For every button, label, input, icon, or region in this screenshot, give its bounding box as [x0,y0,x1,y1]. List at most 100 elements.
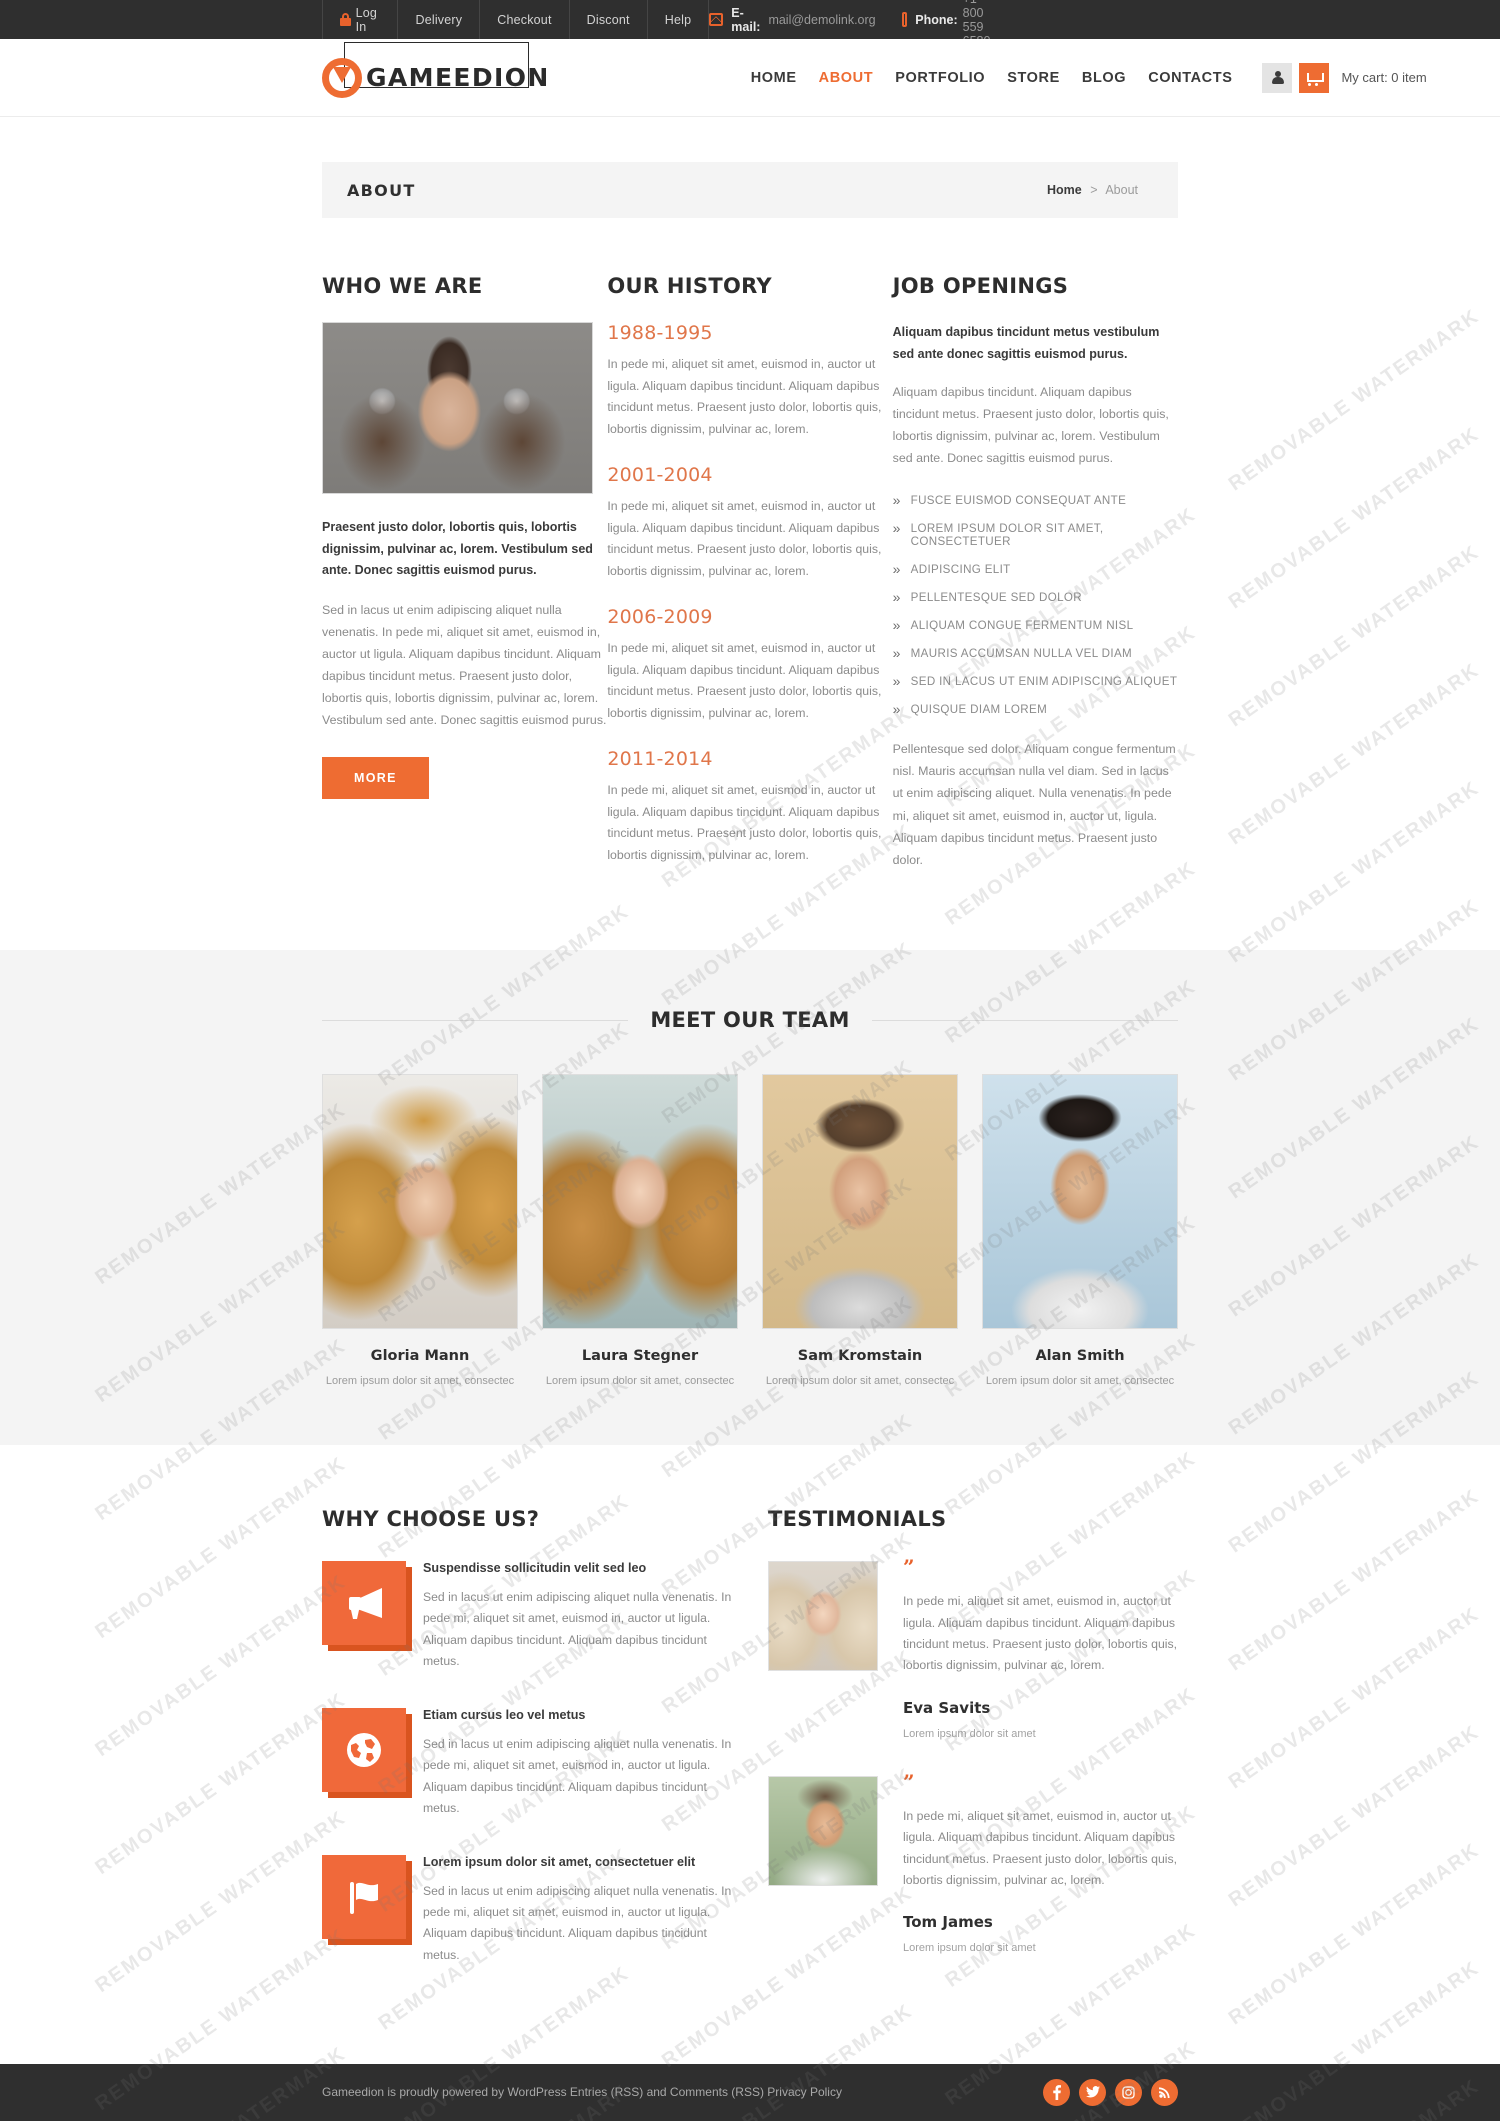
gameedion-logo-icon [322,57,362,98]
list-item[interactable]: QUISQUE DIAM LOREM [893,701,1178,717]
job-openings-outro: Pellentesque sed dolor. Aliquam congue f… [892,742,1176,867]
why-choose-us-heading: WHY CHOOSE US? [322,1507,540,1532]
testimonial-role: Lorem ipsum dolor sit amet [903,1727,1036,1740]
who-we-are-heading: WHO WE ARE [322,274,483,298]
testimonial-item: ” In pede mi, aliquet sit amet, euismod … [768,1769,1178,1954]
list-item[interactable]: PELLENTESQUE SED DOLOR [893,589,1178,605]
mail-icon [709,13,724,26]
facebook-icon[interactable] [1043,2078,1070,2106]
nav-item-store[interactable]: STORE [1007,70,1060,86]
breadcrumb-current: About [1105,183,1138,197]
job-openings-intro: Aliquam dapibus tincidunt. Aliquam dapib… [892,385,1169,466]
feature-item: Suspendisse sollicitudin velit sed leo S… [322,1561,732,1672]
team-member-card[interactable]: Sam Kromstain Lorem ipsum dolor sit amet… [762,1074,958,1387]
team-member-name: Laura Stegner [581,1348,699,1365]
history-year: 2011-2014 [607,748,713,771]
nav-item-contacts[interactable]: CONTACTS [1148,70,1232,86]
divider-right [871,1019,1178,1021]
site-header: GAMEEDION HOME ABOUT PORTFOLIO STORE BLO… [0,39,1500,117]
list-item[interactable]: SED IN LACUS UT ENIM ADIPISCING ALIQUET [893,673,1178,689]
team-member-photo [322,1074,518,1330]
utility-topbar: Log In Delivery Checkout Discont Help E-… [0,0,1500,48]
feature-item: Lorem ipsum dolor sit amet, consectetuer… [322,1855,732,1966]
more-button[interactable]: MORE [322,756,429,799]
topbar-link-label: Discont [586,12,630,27]
list-item[interactable]: LOREM IPSUM DOLOR SIT AMET, CONSECTETUER [893,520,1178,548]
lower-section: WHY CHOOSE US? Suspendisse sollicitudin … [322,1507,1178,2064]
topbar-link-discont[interactable]: Discont [568,0,647,39]
nav-item-portfolio[interactable]: PORTFOLIO [895,70,985,86]
breadcrumb-home[interactable]: Home [1047,183,1082,197]
topbar-link-delivery[interactable]: Delivery [397,0,479,39]
page-content: ABOUT Home > About WHO WE ARE Praesent j… [322,162,1178,890]
header-account-cart: My cart: 0 item [1262,62,1427,93]
topbar-link-label: Log In [355,5,378,34]
rss-icon[interactable] [1151,2078,1178,2106]
cart-button[interactable] [1299,62,1330,93]
history-year: 1988-1995 [607,322,713,344]
testimonial-text: In pede mi, aliquet sit amet, euismod in… [903,1594,1178,1673]
who-we-are-lead: Praesent justo dolor, lobortis quis, lob… [322,520,593,577]
instagram-icon[interactable] [1115,2078,1142,2106]
user-icon [1271,71,1284,84]
history-text: In pede mi, aliquet sit amet, euismod in… [607,499,882,578]
our-history-column: OUR HISTORY 1988-1995 In pede mi, alique… [607,274,892,890]
nav-item-home[interactable]: HOME [751,70,797,86]
list-item[interactable]: ALIQUAM CONGUE FERMENTUM NISL [893,617,1178,633]
cart-count-label: My cart: 0 item [1341,70,1427,85]
nav-item-blog[interactable]: BLOG [1082,70,1126,86]
testimonial-item: ” In pede mi, aliquet sit amet, euismod … [768,1557,1178,1740]
team-heading-row: MEET OUR TEAM [322,1008,1178,1032]
team-grid: Gloria Mann Lorem ipsum dolor sit amet, … [322,1074,1178,1387]
feature-title: Suspendisse sollicitudin velit sed leo [423,1561,647,1576]
team-member-photo [762,1074,958,1330]
site-footer: Gameedion is proudly powered by WordPres… [0,2063,1500,2121]
main-nav: HOME ABOUT PORTFOLIO STORE BLOG CONTACTS [751,70,1233,86]
team-heading: MEET OUR TEAM [650,1008,850,1033]
feature-title: Etiam cursus leo vel metus [423,1708,586,1723]
team-member-name: Alan Smith [1035,1348,1125,1365]
copyright-text: Gameedion is proudly powered by WordPres… [322,2085,842,2100]
twitter-icon[interactable] [1079,2078,1106,2106]
history-entry: 1988-1995 In pede mi, aliquet sit amet, … [607,322,892,440]
topbar-email[interactable]: E-mail: mail@demolink.org [709,6,876,34]
logo[interactable]: GAMEEDION [322,41,550,98]
team-member-role: Lorem ipsum dolor sit amet, consectec [765,1375,955,1388]
team-member-role: Lorem ipsum dolor sit amet, consectec [325,1375,515,1388]
breadcrumb: Home > About [1047,183,1138,197]
team-member-card[interactable]: Gloria Mann Lorem ipsum dolor sit amet, … [322,1074,518,1387]
topbar-link-checkout[interactable]: Checkout [479,0,568,39]
topbar-link-login[interactable]: Log In [322,0,397,39]
nav-item-about[interactable]: ABOUT [819,70,874,86]
who-we-are-body: Sed in lacus ut enim adipiscing aliquet … [322,602,607,727]
globe-icon [322,1708,406,1793]
team-member-card[interactable]: Laura Stegner Lorem ipsum dolor sit amet… [542,1074,738,1387]
team-member-card[interactable]: Alan Smith Lorem ipsum dolor sit amet, c… [982,1074,1178,1387]
history-text: In pede mi, aliquet sit amet, euismod in… [607,641,882,720]
why-choose-us-column: WHY CHOOSE US? Suspendisse sollicitudin … [322,1507,732,2002]
who-we-are-photo [322,322,593,494]
history-entry: 2006-2009 In pede mi, aliquet sit amet, … [607,606,892,724]
topbar-link-label: Checkout [497,12,552,27]
lock-icon [340,13,351,26]
email-value: mail@demolink.org [768,12,876,27]
breadcrumb-separator: > [1090,183,1098,197]
team-member-photo [542,1074,738,1330]
shopping-cart-icon [1307,72,1325,86]
list-item[interactable]: MAURIS ACCUMSAN NULLA VEL DIAM [893,645,1178,661]
social-links [1043,2078,1178,2106]
history-entry: 2001-2004 In pede mi, aliquet sit amet, … [607,464,892,582]
list-item[interactable]: FUSCE EUISMOD CONSEQUAT ANTE [893,492,1178,508]
feature-item: Etiam cursus leo vel metus Sed in lacus … [322,1708,732,1819]
history-year: 2001-2004 [607,464,713,487]
topbar-link-help[interactable]: Help [646,0,710,39]
account-button[interactable] [1262,62,1293,93]
testimonials-heading: TESTIMONIALS [768,1507,947,1532]
list-item[interactable]: ADIPISCING ELIT [893,561,1178,577]
phone-label: Phone: [915,12,958,27]
quote-mark-icon: ” [903,1769,915,1794]
testimonial-author: Eva Savits [903,1698,991,1717]
our-history-heading: OUR HISTORY [607,274,772,298]
team-member-role: Lorem ipsum dolor sit amet, consectec [545,1375,735,1388]
job-openings-column: JOB OPENINGS Aliquam dapibus tincidunt m… [893,274,1178,890]
